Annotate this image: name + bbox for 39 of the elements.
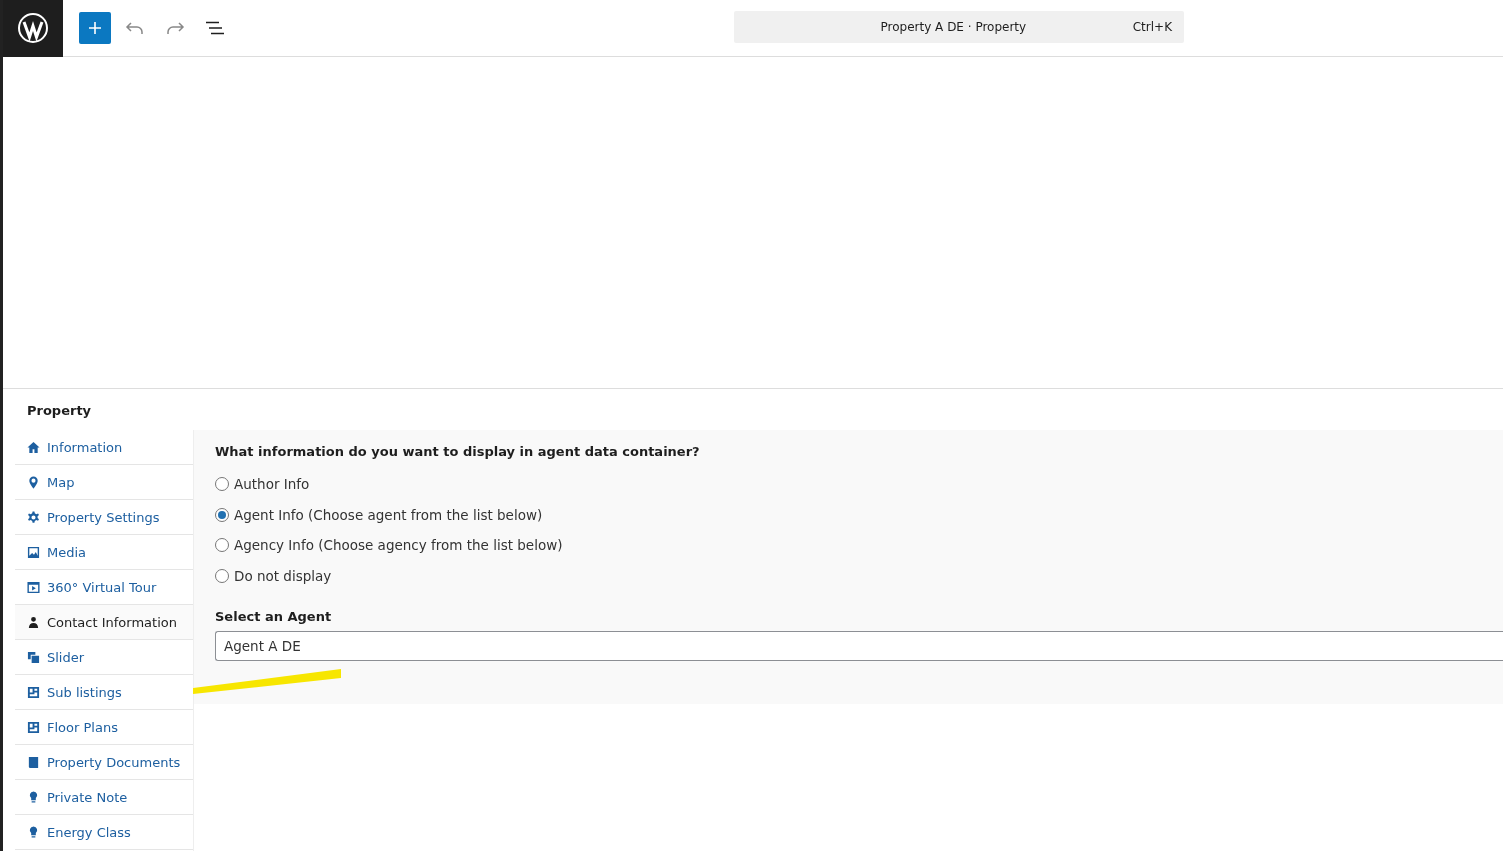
redo-icon xyxy=(165,21,185,35)
metabox-title: Property xyxy=(26,402,93,420)
radio-button[interactable] xyxy=(215,568,229,583)
document-title: Property A DE · Property xyxy=(879,20,1028,34)
radio-button[interactable] xyxy=(215,538,229,553)
radio-option[interactable]: Author Info xyxy=(215,469,1503,500)
radio-option[interactable]: Agent Info (Choose agent from the list below) xyxy=(215,499,1503,530)
slides-icon xyxy=(27,650,40,664)
question-label: What information do you want to display in agent data container? xyxy=(215,444,701,459)
radio-button[interactable] xyxy=(215,477,229,492)
sidebar-tab[interactable]: Contact Information xyxy=(15,605,193,640)
radio-button[interactable] xyxy=(215,507,229,522)
option-label: Agent Info (Choose agent from the list below) xyxy=(234,506,543,523)
command-bar[interactable]: Property A DE · Property Ctrl+K xyxy=(734,11,1184,43)
option-label: Agency Info (Choose agency from the list below) xyxy=(234,537,563,554)
field-label: Select an Agent xyxy=(215,609,333,624)
shortcut-label: Ctrl+K xyxy=(1132,20,1173,34)
agent-select-field[interactable]: Agent A DE xyxy=(215,631,1503,661)
plus-icon xyxy=(88,21,102,35)
video-icon xyxy=(27,580,40,594)
image-icon xyxy=(27,545,40,559)
undo-icon xyxy=(125,21,145,35)
pin-icon xyxy=(27,475,40,489)
gear-icon xyxy=(27,510,40,524)
plan-icon xyxy=(27,685,40,699)
plan-icon xyxy=(27,720,40,734)
option-label: Do not display xyxy=(234,567,332,584)
bulb-icon xyxy=(27,825,40,839)
wordpress-logo[interactable] xyxy=(3,0,63,57)
option-label: Author Info xyxy=(234,476,310,493)
logo-icon xyxy=(17,12,49,44)
home-icon xyxy=(27,440,40,454)
book-icon xyxy=(27,755,40,769)
list-icon xyxy=(205,21,225,35)
radio-option[interactable]: Agency Info (Choose agency from the list below) xyxy=(215,530,1503,561)
add-block-button[interactable] xyxy=(79,12,111,44)
user-icon xyxy=(27,615,40,629)
bulb-icon xyxy=(27,790,40,804)
radio-option[interactable]: Do not display xyxy=(215,560,1503,591)
